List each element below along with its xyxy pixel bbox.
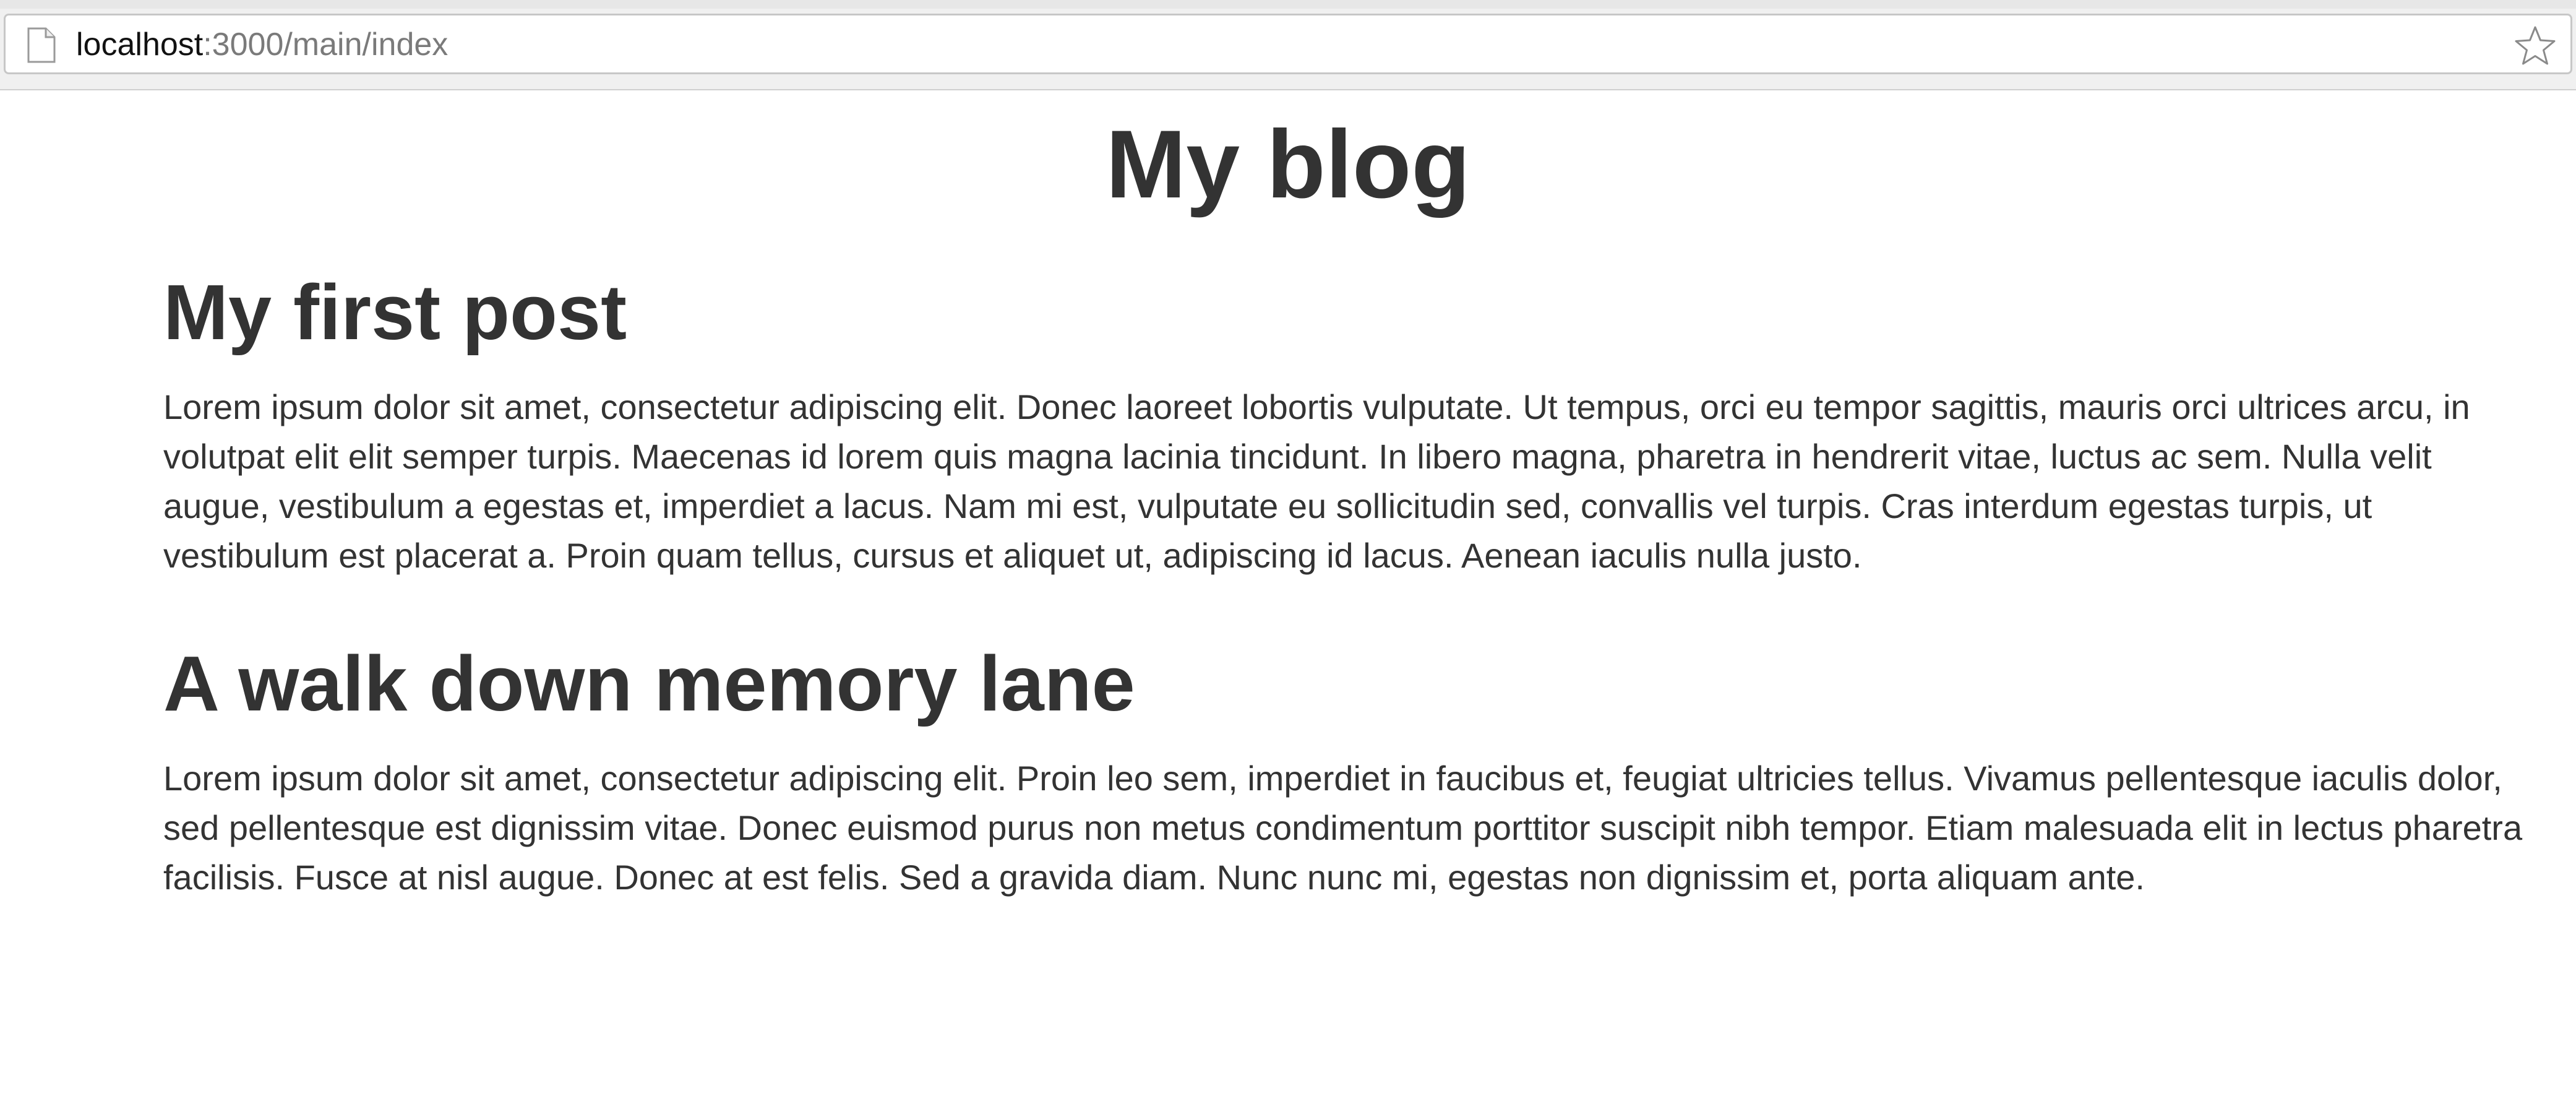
browser-toolbar: localhost:3000/main/index [0, 0, 2576, 90]
post-body: Lorem ipsum dolor sit amet, consectetur … [163, 759, 2523, 897]
star-icon[interactable] [2514, 24, 2557, 67]
document-icon [27, 27, 56, 64]
post-title: A walk down memory lane [163, 640, 1135, 727]
post-title: My first post [163, 269, 627, 356]
url-text[interactable]: localhost:3000/main/index [76, 25, 448, 64]
url-path: :3000/main/index [203, 27, 449, 63]
blog-title: My blog [1106, 111, 1470, 218]
page-content: My blog My first post Lorem ipsum dolor … [0, 90, 2576, 1109]
address-bar[interactable]: localhost:3000/main/index [4, 14, 2572, 74]
post-body: Lorem ipsum dolor sit amet, consectetur … [163, 387, 2470, 575]
tab-strip [0, 0, 2576, 9]
url-host: localhost [76, 27, 204, 63]
